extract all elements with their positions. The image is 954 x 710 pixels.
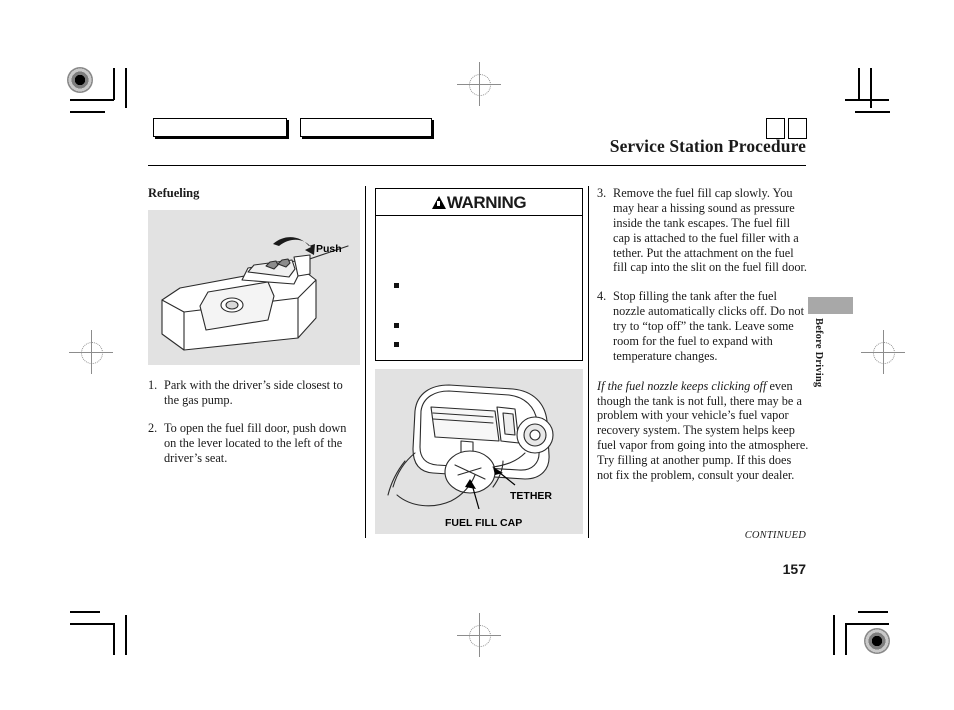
column-divider-right bbox=[588, 186, 589, 538]
manual-page: Service Station Procedure Refueling Push… bbox=[0, 0, 954, 710]
crop-mark-bl-v1 bbox=[113, 623, 115, 655]
section-heading-refueling: Refueling bbox=[148, 186, 200, 200]
list-item: 2. To open the fuel fill door, push down… bbox=[148, 421, 360, 466]
registration-crosshair-bottom bbox=[457, 613, 501, 657]
step-text: Remove the fuel fill cap slowly. You may… bbox=[613, 186, 807, 275]
figure-label-tether: TETHER bbox=[510, 490, 552, 502]
column-middle: TETHER FUEL FILL CAP bbox=[375, 369, 583, 534]
column-right: 3. Remove the fuel fill cap slowly. You … bbox=[597, 186, 809, 483]
page-title: Service Station Procedure bbox=[609, 136, 806, 156]
header-slug-box-left bbox=[153, 118, 287, 137]
crop-mark-tl-v2 bbox=[125, 68, 127, 108]
step-number: 2. bbox=[148, 420, 158, 435]
side-tab-block bbox=[808, 297, 853, 314]
crop-mark-tr-h2 bbox=[855, 111, 890, 113]
crop-mark-tr-v2 bbox=[870, 68, 872, 108]
continued-label: CONTINUED bbox=[744, 530, 806, 541]
warning-bullet bbox=[394, 323, 399, 328]
list-item: 1. Park with the driver’s side closest t… bbox=[148, 378, 360, 408]
registration-dot-top-left bbox=[67, 67, 93, 93]
crop-mark-br-v1 bbox=[845, 623, 847, 655]
warning-body bbox=[376, 216, 582, 361]
crop-mark-tr-v1 bbox=[858, 68, 860, 100]
side-tab-label: Before Driving bbox=[813, 318, 824, 388]
warning-bullet bbox=[394, 342, 399, 347]
steps-list-right: 3. Remove the fuel fill cap slowly. You … bbox=[597, 186, 809, 364]
note-italic-lead: If the fuel nozzle keeps clicking off bbox=[597, 378, 767, 393]
column-divider-left bbox=[365, 186, 366, 538]
steps-list-left: 1. Park with the driver’s side closest t… bbox=[148, 378, 360, 465]
warning-triangle-icon bbox=[431, 195, 446, 209]
note-rest: even though the tank is not full, there … bbox=[597, 378, 809, 482]
title-rule bbox=[148, 165, 806, 167]
page-number: 157 bbox=[782, 561, 806, 577]
registration-crosshair-left bbox=[69, 330, 113, 374]
header-slug-box-right bbox=[300, 118, 432, 137]
step-text: Park with the driver’s side closest to t… bbox=[164, 378, 343, 407]
warning-heading-label: WARNING bbox=[446, 192, 527, 212]
fuel-fill-cap-tether-illustration: TETHER FUEL FILL CAP bbox=[375, 369, 583, 534]
fuel-door-release-lever-illustration: Push bbox=[148, 210, 360, 365]
step-text: Stop filling the tank after the fuel noz… bbox=[613, 289, 804, 363]
column-left: Refueling Push 1. Park with the driver’s… bbox=[148, 186, 360, 465]
registration-dot-bottom-right bbox=[864, 628, 890, 654]
crop-mark-bl-v2 bbox=[125, 615, 127, 655]
warning-bullet bbox=[394, 283, 399, 288]
warning-header: WARNING bbox=[376, 189, 582, 216]
warning-box: WARNING bbox=[375, 188, 583, 361]
crop-mark-br-h1 bbox=[858, 611, 888, 613]
crop-mark-bl-h2 bbox=[70, 623, 114, 625]
step-number: 4. bbox=[597, 289, 607, 304]
list-item: 4. Stop filling the tank after the fuel … bbox=[597, 289, 809, 363]
registration-crosshair-right bbox=[861, 330, 905, 374]
registration-crosshair-top bbox=[457, 62, 501, 106]
crop-mark-tl-h2 bbox=[70, 111, 105, 113]
step-text: To open the fuel fill door, push down on… bbox=[164, 420, 347, 465]
crop-mark-tl-h1 bbox=[70, 99, 114, 101]
step-number: 1. bbox=[148, 378, 158, 392]
crop-mark-tl-v1 bbox=[113, 68, 115, 100]
crop-mark-bl-h1 bbox=[70, 611, 100, 613]
figure-label-fuel-fill-cap: FUEL FILL CAP bbox=[445, 517, 523, 529]
step-number: 3. bbox=[597, 186, 607, 200]
list-item: 3. Remove the fuel fill cap slowly. You … bbox=[597, 186, 809, 275]
crop-mark-br-v2 bbox=[833, 615, 835, 655]
crop-mark-tr-h1 bbox=[845, 99, 889, 101]
figure-label-push: Push bbox=[316, 243, 342, 255]
note-paragraph: If the fuel nozzle keeps clicking off ev… bbox=[597, 379, 809, 483]
crop-mark-br-h2 bbox=[845, 623, 889, 625]
